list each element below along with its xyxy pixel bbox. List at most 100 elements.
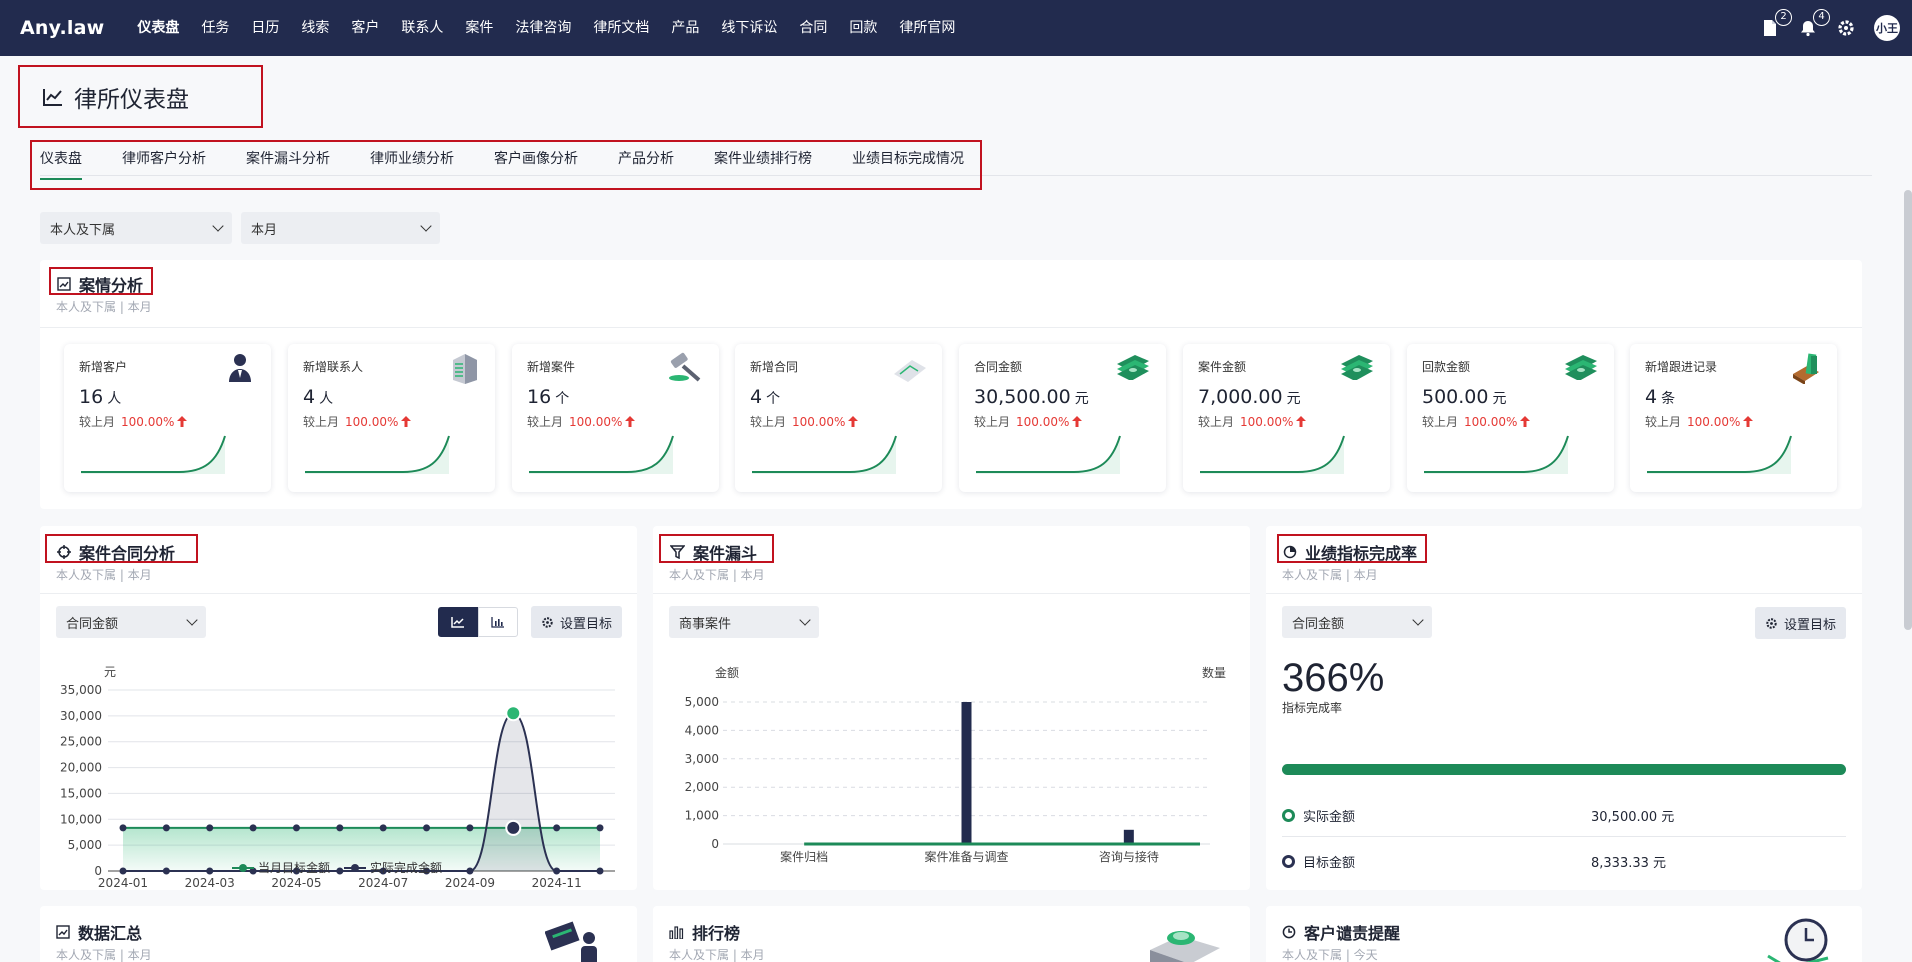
document-alert-icon[interactable]: 2: [1760, 9, 1792, 38]
legend-actual: 实际完成金额: [344, 859, 442, 876]
nav-dashboard[interactable]: 仪表盘: [126, 0, 190, 56]
stat-card[interactable]: 回款金额 500.00 元较上月 100.00%: [1407, 344, 1614, 492]
arrow-up-icon: [1072, 416, 1083, 427]
contract-icon: [890, 350, 928, 388]
funnel-icon: [670, 545, 685, 559]
stat-change: 100.00%: [569, 415, 623, 429]
stat-change: 100.00%: [1240, 415, 1294, 429]
stat-card[interactable]: 新增联系人 4 人较上月 100.00%: [288, 344, 495, 492]
y-tick-label: 5,000: [685, 695, 719, 709]
line-chart-toggle[interactable]: [438, 607, 478, 637]
y-tick-label: 35,000: [60, 683, 102, 697]
set-target-button[interactable]: 设置目标: [531, 606, 623, 638]
stat-unit: 人: [319, 391, 334, 407]
stat-card[interactable]: 新增案件 16 个较上月 100.00%: [512, 344, 719, 492]
arrow-up-icon: [625, 416, 636, 427]
x-tick-label: 2024-03: [185, 876, 235, 889]
actual-point: [119, 867, 127, 875]
actual-point: [162, 867, 170, 875]
stat-card[interactable]: 新增客户 16 人较上月 100.00%: [64, 344, 271, 492]
y-axis-title: 金额: [715, 665, 739, 680]
target-point: [206, 824, 214, 832]
y-tick-label: 3,000: [685, 752, 719, 766]
chart-type-toggle: [438, 607, 518, 637]
page-scrollbar[interactable]: [1904, 190, 1912, 630]
stat-sparkline: [1200, 435, 1345, 474]
stat-number: 16: [527, 386, 552, 408]
contract-metric-select[interactable]: 合同金额: [56, 606, 206, 638]
page-title: 律所仪表盘: [42, 80, 189, 114]
nav-documents[interactable]: 律所文档: [582, 0, 660, 56]
bar-chart-toggle[interactable]: [478, 607, 518, 637]
page-title-text: 律所仪表盘: [74, 87, 189, 113]
kpi-set-target-label: 设置目标: [1783, 617, 1836, 633]
stat-value: 16 人: [79, 386, 121, 408]
stat-sparkline: [529, 435, 674, 474]
gear-icon[interactable]: [1836, 18, 1856, 38]
kpi-set-target-button[interactable]: 设置目标: [1754, 607, 1846, 639]
gavel-icon: [667, 350, 705, 388]
y-tick-label: 15,000: [60, 786, 102, 800]
nav-contracts[interactable]: 合同: [788, 0, 838, 56]
legend-actual-text: 实际完成金额: [370, 861, 443, 875]
kpi-target-value: 8,333.33 元: [1591, 856, 1667, 871]
stat-value: 4条: [1645, 386, 1675, 408]
tabs-divider: [40, 175, 1872, 176]
stat-number: 500.00: [1422, 386, 1489, 408]
stat-sparkline: [81, 435, 226, 474]
trend-chart-icon: [57, 277, 71, 291]
target-point: [553, 824, 561, 832]
x-tick-label: 咨询与接待: [1099, 849, 1159, 864]
nav-offline-litigation[interactable]: 线下诉讼: [710, 0, 788, 56]
chevron-down-icon: [799, 614, 811, 626]
card-divider: [653, 593, 1250, 594]
books-icon: [1789, 350, 1823, 388]
bell-icon[interactable]: 4: [1798, 9, 1830, 38]
nav-payments[interactable]: 回款: [838, 0, 888, 56]
stat-card[interactable]: 新增合同 4 个较上月 100.00%: [735, 344, 942, 492]
stat-change: 100.00%: [121, 415, 175, 429]
nav-calendar[interactable]: 日历: [240, 0, 290, 56]
kpi-target-row: 目标金额 8,333.33 元: [1282, 852, 1846, 871]
user-avatar[interactable]: 小王: [1874, 15, 1900, 41]
top-nav-bar: Any.law 仪表盘 任务 日历 线索 客户 联系人 案件 法律咨询 律所文档…: [0, 0, 1912, 56]
case-analysis-subtitle: 本人及下属 | 本月: [56, 300, 152, 314]
stat-unit: 元: [1286, 391, 1301, 407]
nav-tasks[interactable]: 任务: [190, 0, 240, 56]
stat-compare: 较上月 100.00%: [1645, 413, 1754, 430]
clock-icon: [1282, 925, 1296, 939]
case-analysis-title-text: 案情分析: [79, 276, 144, 295]
nav-leads[interactable]: 线索: [290, 0, 340, 56]
top-right-tools: 2 4 小王: [1760, 0, 1900, 56]
case-funnel-bar-chart: 金额 数量 0 1,000 2,000 3,000 4,000 5,000 案件归档 案件准备与调…: [685, 665, 1226, 864]
contract-analysis-title-text: 案件合同分析: [79, 544, 176, 563]
case-type-select[interactable]: 商事案件: [669, 606, 819, 638]
actual-point: [466, 867, 474, 875]
stat-value: 16 个: [527, 386, 569, 408]
stat-unit: 元: [1492, 391, 1507, 407]
nav-consultation[interactable]: 法律咨询: [504, 0, 582, 56]
kpi-target-label: 目标金额: [1303, 856, 1356, 871]
stat-card[interactable]: 合同金额 30,500.00 元较上月 100.00%: [959, 344, 1166, 492]
contract-chart-legend: 当月目标金额 实际完成金额: [232, 859, 442, 876]
nav-cases[interactable]: 案件: [454, 0, 504, 56]
target-point: [162, 824, 170, 832]
legend-actual-marker: [344, 863, 367, 872]
stat-card[interactable]: 案件金额 7,000.00 元较上月 100.00%: [1183, 344, 1390, 492]
stat-card[interactable]: 新增跟进记录 4 条较上月 100.00%: [1630, 344, 1837, 492]
stat-compare-label: 较上月: [974, 415, 1011, 429]
ranking-subtitle: 本人及下属 | 本月: [669, 948, 765, 962]
scope-select[interactable]: 本人及下属: [40, 212, 232, 244]
period-select[interactable]: 本月: [241, 212, 440, 244]
nav-website[interactable]: 律所官网: [888, 0, 966, 56]
app-logo[interactable]: Any.law: [20, 17, 104, 39]
contract-analysis-title: 案件合同分析: [57, 540, 175, 564]
nav-contacts[interactable]: 联系人: [390, 0, 454, 56]
kpi-metric-select[interactable]: 合同金额: [1282, 606, 1432, 638]
nav-products[interactable]: 产品: [660, 0, 710, 56]
arrow-up-icon: [848, 416, 859, 427]
nav-clients[interactable]: 客户: [340, 0, 390, 56]
trend-chart-icon: [43, 89, 62, 106]
case-type-value: 商事案件: [679, 616, 732, 632]
set-target-label: 设置目标: [560, 616, 613, 632]
